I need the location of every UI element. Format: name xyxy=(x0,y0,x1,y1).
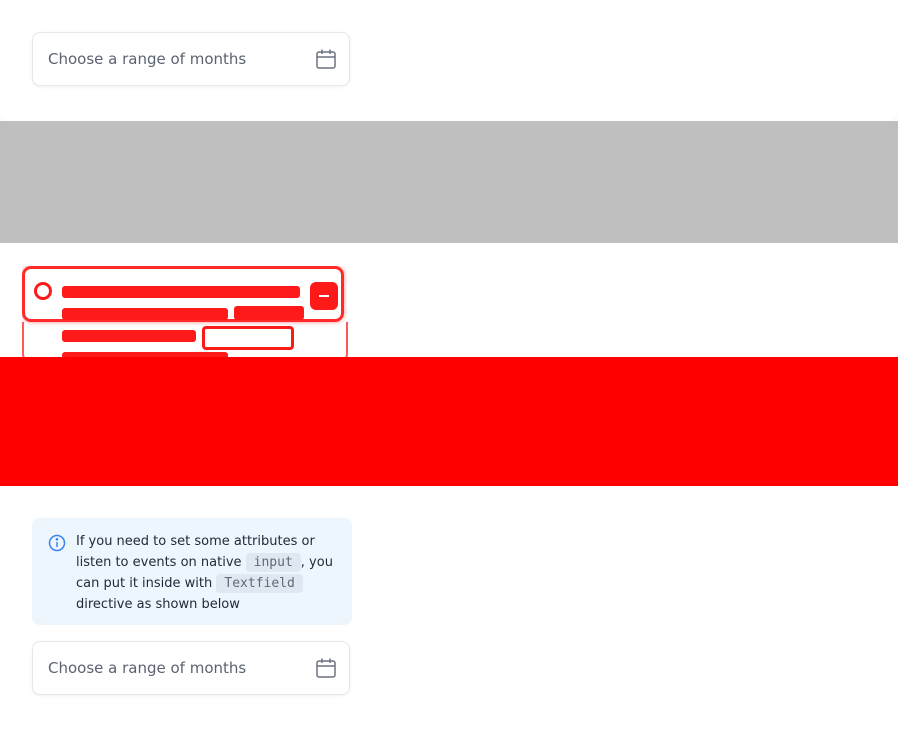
glitched-info-callout xyxy=(22,266,348,366)
glitch-code-chip xyxy=(202,326,294,350)
calendar-icon[interactable] xyxy=(315,48,337,70)
code-input: input xyxy=(245,553,301,572)
glitch-text-line xyxy=(62,330,196,342)
calendar-icon[interactable] xyxy=(315,657,337,679)
glitch-text-line xyxy=(62,308,228,320)
info-text-part: directive as shown below xyxy=(76,597,240,612)
month-range-input-top[interactable] xyxy=(48,50,288,68)
info-text: If you need to set some attributes or li… xyxy=(76,531,336,615)
gray-band xyxy=(0,121,898,243)
glitch-text-line xyxy=(234,306,304,320)
month-range-picker-top[interactable] xyxy=(32,32,350,86)
info-icon xyxy=(48,534,66,552)
red-band xyxy=(0,357,898,486)
month-range-picker-bottom[interactable] xyxy=(32,641,350,695)
month-range-input-bottom[interactable] xyxy=(48,659,288,677)
info-callout: If you need to set some attributes or li… xyxy=(32,518,352,625)
top-card xyxy=(0,0,898,121)
glitch-info-icon xyxy=(34,282,52,300)
glitch-text-line xyxy=(62,286,300,298)
code-textfield: Textfield xyxy=(216,574,303,593)
glitch-button xyxy=(310,282,338,310)
